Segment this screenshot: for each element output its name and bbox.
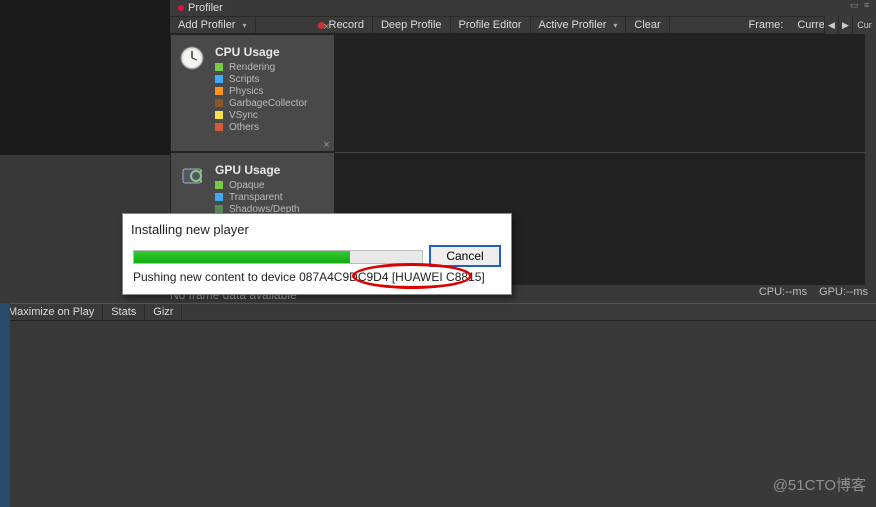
frame-label: Frame: [748,19,783,31]
gpu-chip-icon [179,163,205,189]
window-controls: ▭ ≡ [850,0,874,10]
cpu-time-label: CPU:--ms [759,286,807,298]
progress-bar [133,250,423,264]
install-player-dialog: Installing new player Cancel Pushing new… [122,213,512,295]
profile-editor-button[interactable]: Profile Editor [451,17,531,33]
legend-item[interactable]: Opaque [215,179,300,191]
active-profiler-dropdown[interactable]: Active Profiler [531,17,627,33]
frame-next-button[interactable]: ▶ [838,16,852,34]
cpu-usage-panel[interactable]: × CPU Usage Rendering Scripts Physics Ga… [170,34,335,152]
graph-divider [335,152,865,153]
legend-item[interactable]: GarbageCollector [215,97,307,109]
gpu-time-label: GPU:--ms [819,286,868,298]
cpu-panel-title: CPU Usage [215,45,280,59]
left-dark-panel [0,0,170,155]
maximize-on-play-button[interactable]: Maximize on Play [0,304,103,320]
dialog-title: Installing new player [131,222,249,237]
gpu-legend: Opaque Transparent Shadows/Depth [215,179,300,215]
frame-prev-button[interactable]: ◀ [824,16,838,34]
cpu-legend: Rendering Scripts Physics GarbageCollect… [215,61,307,133]
gpu-panel-title: GPU Usage [215,163,280,177]
legend-item[interactable]: Rendering [215,61,307,73]
frame-current-button[interactable]: Cur [852,16,876,34]
stats-button[interactable]: Stats [103,304,145,320]
legend-item[interactable]: Scripts [215,73,307,85]
tab-bar: Profiler [170,0,231,16]
dialog-message: Pushing new content to device 087A4C9DC9… [133,270,485,284]
profiler-tab-label: Profiler [188,2,223,14]
game-view-left-edge [0,303,10,507]
profiler-tab-icon [178,5,184,11]
timing-status: CPU:--ms GPU:--ms [759,286,868,298]
window-lock-icon[interactable]: ▭ [850,0,860,10]
legend-item[interactable]: Others [215,121,307,133]
cpu-panel-close-icon[interactable]: × [321,22,332,33]
frame-indicator: Frame: Current [748,16,834,34]
cancel-button[interactable]: Cancel [429,245,501,267]
record-button[interactable]: Record [310,17,373,33]
progress-fill [134,251,350,263]
profiler-tab[interactable]: Profiler [170,0,231,16]
cpu-clock-icon [179,45,205,71]
legend-item[interactable]: Transparent [215,191,300,203]
gizmos-button[interactable]: Gizr [145,304,182,320]
gpu-panel-close-icon[interactable]: × [321,140,332,151]
deep-profile-button[interactable]: Deep Profile [373,17,451,33]
game-view-toolbar: Maximize on Play Stats Gizr [0,303,876,321]
legend-item[interactable]: Physics [215,85,307,97]
add-profiler-dropdown[interactable]: Add Profiler [170,17,256,33]
clear-button[interactable]: Clear [626,17,669,33]
watermark-text: @51CTO博客 [773,474,866,495]
legend-item[interactable]: VSync [215,109,307,121]
window-menu-icon[interactable]: ≡ [864,0,874,10]
